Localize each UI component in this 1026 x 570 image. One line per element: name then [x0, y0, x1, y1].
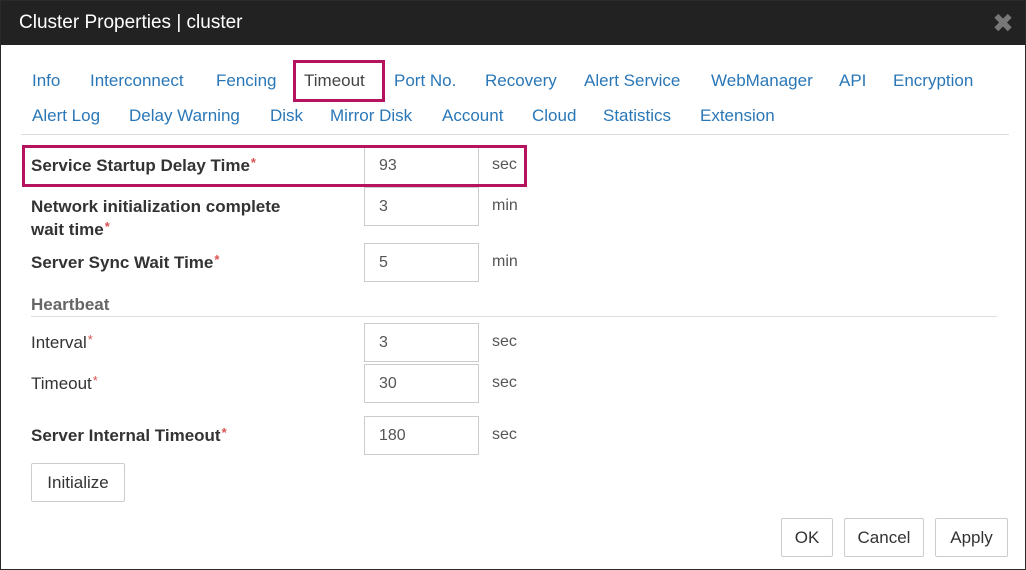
- heartbeat-interval-label: Interval*: [31, 332, 93, 352]
- network-init-wait-unit: min: [492, 197, 518, 214]
- title-bar: Cluster Properties | cluster ✖: [1, 1, 1025, 45]
- required-mark: *: [104, 219, 110, 234]
- tab-mirror-disk[interactable]: Mirror Disk: [330, 106, 412, 126]
- tab-interconnect[interactable]: Interconnect: [90, 71, 184, 91]
- required-mark: *: [214, 252, 220, 267]
- dialog-title: Cluster Properties | cluster: [19, 12, 243, 33]
- heartbeat-timeout-label: Timeout*: [31, 373, 98, 393]
- tab-extension[interactable]: Extension: [700, 106, 775, 126]
- tab-divider: [21, 134, 1009, 135]
- required-mark: *: [92, 373, 98, 388]
- server-internal-timeout-input[interactable]: [364, 416, 479, 455]
- required-mark: *: [221, 425, 227, 440]
- tab-timeout[interactable]: Timeout: [304, 71, 365, 91]
- server-sync-wait-label: Server Sync Wait Time*: [31, 252, 220, 272]
- heartbeat-timeout-input[interactable]: [364, 364, 479, 403]
- network-init-wait-label: Network initialization complete wait time…: [31, 197, 281, 239]
- tab-alert-service[interactable]: Alert Service: [584, 71, 680, 91]
- required-mark: *: [250, 155, 256, 170]
- tab-port-no[interactable]: Port No.: [394, 71, 456, 91]
- network-init-wait-input[interactable]: [364, 187, 479, 226]
- server-sync-wait-input[interactable]: [364, 243, 479, 282]
- server-internal-timeout-unit: sec: [492, 426, 517, 443]
- tab-disk[interactable]: Disk: [270, 106, 303, 126]
- tab-api[interactable]: API: [839, 71, 866, 91]
- tab-statistics[interactable]: Statistics: [603, 106, 671, 126]
- server-sync-wait-unit: min: [492, 253, 518, 270]
- initialize-button[interactable]: Initialize: [31, 463, 125, 502]
- heartbeat-interval-unit: sec: [492, 333, 517, 350]
- tab-cloud[interactable]: Cloud: [532, 106, 576, 126]
- heartbeat-interval-input[interactable]: [364, 323, 479, 362]
- heartbeat-divider: [31, 316, 997, 317]
- tab-fencing[interactable]: Fencing: [216, 71, 276, 91]
- apply-button[interactable]: Apply: [935, 518, 1008, 557]
- server-internal-timeout-label: Server Internal Timeout*: [31, 425, 227, 445]
- tab-delay-warning[interactable]: Delay Warning: [129, 106, 240, 126]
- tab-recovery[interactable]: Recovery: [485, 71, 557, 91]
- tab-alert-log[interactable]: Alert Log: [32, 106, 100, 126]
- service-startup-delay-label: Service Startup Delay Time*: [31, 155, 256, 175]
- close-icon[interactable]: ✖: [991, 10, 1015, 36]
- tab-webmanager[interactable]: WebManager: [711, 71, 813, 91]
- tab-encryption[interactable]: Encryption: [893, 71, 973, 91]
- tab-account[interactable]: Account: [442, 106, 503, 126]
- tab-info[interactable]: Info: [32, 71, 60, 91]
- heartbeat-timeout-unit: sec: [492, 374, 517, 391]
- ok-button[interactable]: OK: [781, 518, 833, 557]
- heartbeat-section-title: Heartbeat: [31, 295, 110, 314]
- service-startup-delay-unit: sec: [492, 156, 517, 173]
- cancel-button[interactable]: Cancel: [844, 518, 924, 557]
- required-mark: *: [87, 332, 93, 347]
- cluster-properties-dialog: Cluster Properties | cluster ✖ Info Inte…: [0, 0, 1026, 570]
- service-startup-delay-input[interactable]: [364, 146, 479, 185]
